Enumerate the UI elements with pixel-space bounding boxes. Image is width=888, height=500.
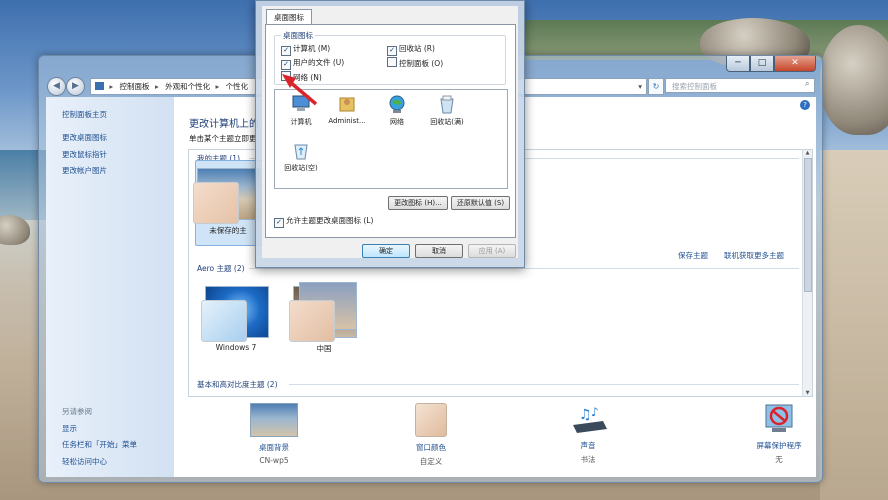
annotation-arrow-icon: [282, 74, 318, 106]
